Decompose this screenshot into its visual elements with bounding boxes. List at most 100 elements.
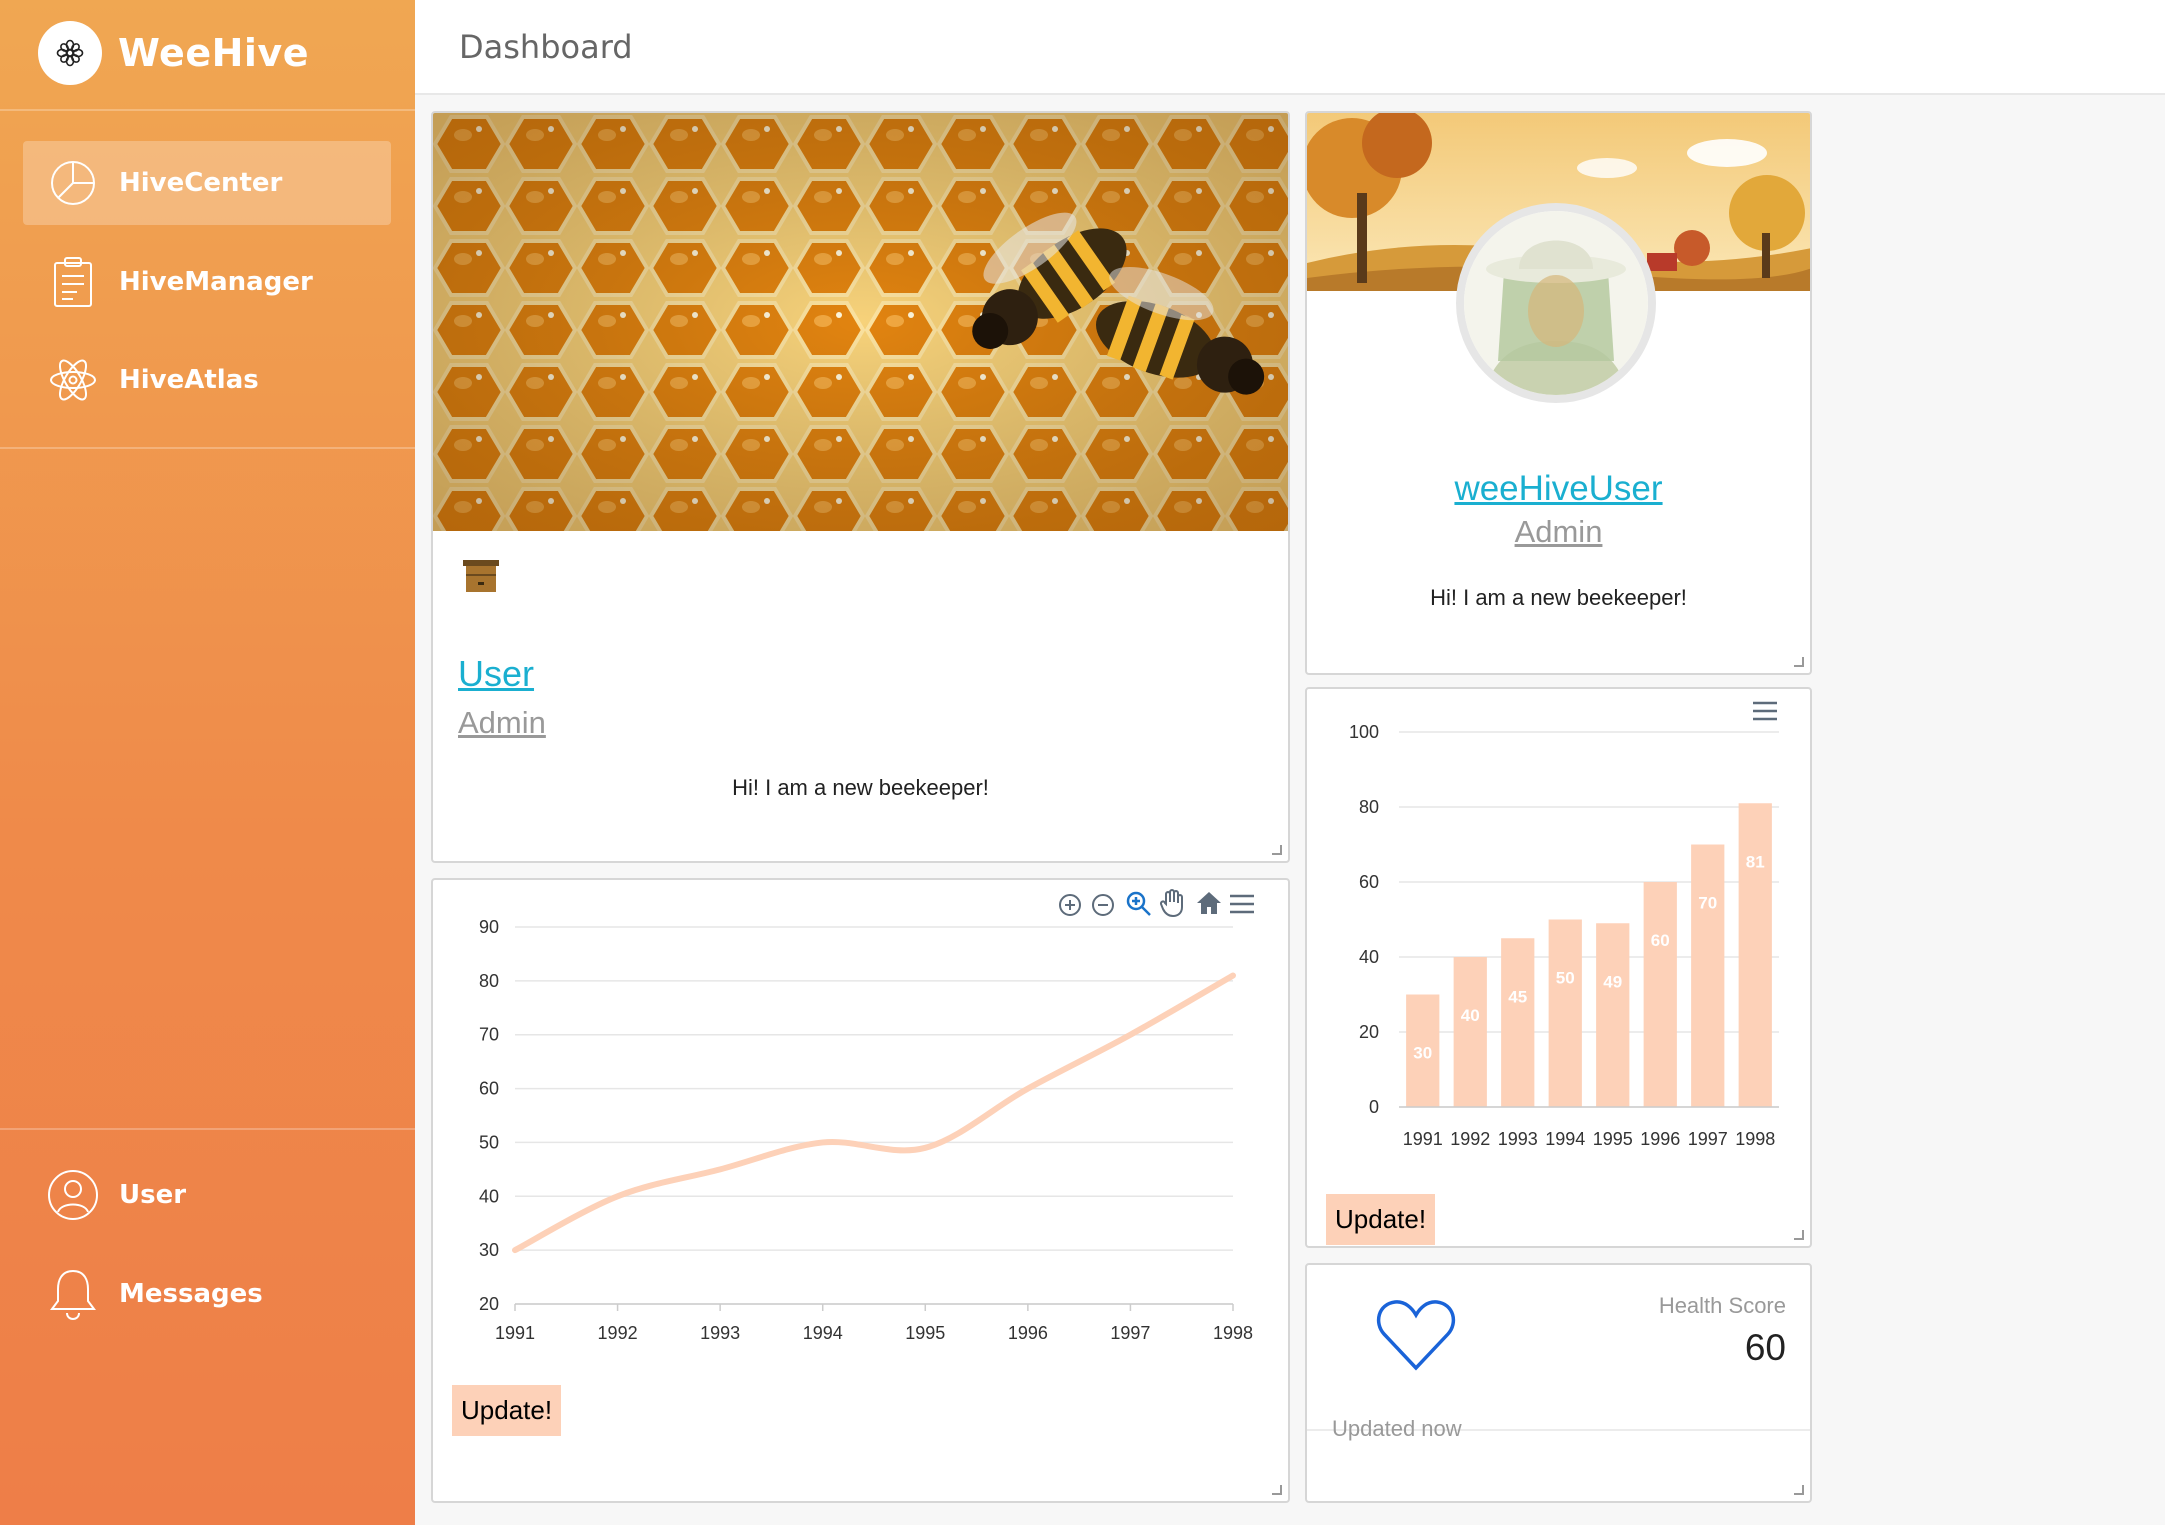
hive-owner-role-link[interactable]: Admin xyxy=(458,705,546,741)
y-tick-label: 50 xyxy=(479,1132,499,1152)
sidebar-item-label: HiveManager xyxy=(119,267,313,297)
x-tick-label: 1997 xyxy=(1110,1323,1150,1343)
home-reset-icon[interactable] xyxy=(1195,890,1223,921)
x-tick-label: 1994 xyxy=(803,1323,843,1343)
sidebar-item-hiveatlas[interactable]: HiveAtlas xyxy=(23,338,391,422)
hive-owner-bio: Hi! I am a new beekeeper! xyxy=(732,775,989,800)
bar-data-label: 50 xyxy=(1556,969,1575,988)
bar-data-label: 30 xyxy=(1413,1044,1432,1063)
y-tick-label: 80 xyxy=(1359,797,1379,817)
sidebar-item-messages[interactable]: Messages xyxy=(23,1252,391,1336)
x-tick-label: 1992 xyxy=(1450,1129,1490,1149)
sidebar-item-user[interactable]: User xyxy=(23,1153,391,1237)
profile-name-wrap: weeHiveUser xyxy=(1307,469,1810,509)
resize-handle[interactable] xyxy=(1272,1485,1282,1495)
bar xyxy=(1453,957,1487,1107)
clipboard-icon xyxy=(47,256,99,308)
app-name: WeeHive xyxy=(118,31,309,75)
x-tick-label: 1996 xyxy=(1008,1323,1048,1343)
top-header: Dashboard xyxy=(415,0,2165,95)
honeycomb-bees-image xyxy=(433,113,1288,531)
x-tick-label: 1991 xyxy=(495,1323,535,1343)
line-chart-card: 20 30 40 50 60 70 80 90 1991 1992 1993 1994 1995 1996… xyxy=(431,878,1290,1503)
divider xyxy=(0,109,415,111)
zoom-in-icon[interactable] xyxy=(1057,892,1083,923)
y-tick-label: 30 xyxy=(479,1240,499,1260)
sidebar-item-label: HiveCenter xyxy=(119,168,283,198)
health-score-value: 60 xyxy=(1744,1327,1786,1368)
app-logo[interactable]: WeeHive xyxy=(38,21,309,85)
data-point xyxy=(822,1141,824,1143)
avatar[interactable] xyxy=(1456,203,1656,403)
zoom-out-icon[interactable] xyxy=(1090,892,1116,923)
x-tick-label: 1998 xyxy=(1213,1323,1253,1343)
bar-data-label: 49 xyxy=(1603,972,1622,991)
y-tick-label: 40 xyxy=(1359,947,1379,967)
sidebar: WeeHive HiveCenter HiveManager HiveAtlas… xyxy=(0,0,415,1525)
x-tick-label: 1994 xyxy=(1545,1129,1585,1149)
pie-chart-icon xyxy=(47,157,99,209)
x-tick-label: 1993 xyxy=(700,1323,740,1343)
x-tick-label: 1995 xyxy=(1593,1129,1633,1149)
x-tick-label: 1997 xyxy=(1688,1129,1728,1149)
resize-handle[interactable] xyxy=(1794,1485,1804,1495)
bar-data-label: 70 xyxy=(1698,894,1717,913)
bar xyxy=(1738,803,1772,1107)
profile-role-wrap: Admin xyxy=(1307,514,1810,550)
data-point xyxy=(1027,1088,1029,1090)
data-point xyxy=(617,1195,619,1197)
hive-card: User Admin Hi! I am a new beekeeper! xyxy=(431,111,1290,863)
profile-role-link[interactable]: Admin xyxy=(1515,514,1603,549)
sidebar-item-label: HiveAtlas xyxy=(119,365,259,395)
sidebar-item-label: Messages xyxy=(119,1279,263,1309)
pan-hand-icon[interactable] xyxy=(1159,888,1187,923)
flower-logo-icon xyxy=(38,21,102,85)
sidebar-item-label: User xyxy=(119,1180,187,1210)
bar-chart[interactable]: 0 20 40 60 80 100 30 1991 40 1992 45 1993 50 1994 49 19… xyxy=(1307,689,1812,1159)
y-tick-label: 100 xyxy=(1349,722,1379,742)
profile-name-link[interactable]: weeHiveUser xyxy=(1454,469,1662,508)
menu-icon[interactable] xyxy=(1229,894,1255,919)
data-point xyxy=(924,1147,926,1149)
x-tick-label: 1998 xyxy=(1735,1129,1775,1149)
divider xyxy=(0,1128,415,1130)
update-button[interactable]: Update! xyxy=(1326,1194,1436,1245)
resize-handle[interactable] xyxy=(1794,657,1804,667)
divider xyxy=(0,447,415,449)
update-button[interactable]: Update! xyxy=(452,1385,562,1436)
health-status: Updated now xyxy=(1332,1416,1462,1441)
y-tick-label: 60 xyxy=(479,1079,499,1099)
bar-data-label: 40 xyxy=(1461,1006,1480,1025)
y-tick-label: 20 xyxy=(1359,1022,1379,1042)
menu-icon[interactable] xyxy=(1752,701,1778,726)
user-icon xyxy=(47,1169,99,1221)
page-title: Dashboard xyxy=(459,28,633,66)
line-chart[interactable]: 20 30 40 50 60 70 80 90 1991 1992 1993 1994 1995 1996… xyxy=(433,880,1290,1350)
hive-owner-name-link[interactable]: User xyxy=(458,653,534,695)
heart-icon xyxy=(1376,1298,1456,1377)
y-tick-label: 0 xyxy=(1369,1097,1379,1117)
bar xyxy=(1596,923,1630,1107)
bar-data-label: 81 xyxy=(1746,852,1765,871)
bar-data-label: 45 xyxy=(1508,987,1527,1006)
sidebar-item-hivecenter[interactable]: HiveCenter xyxy=(23,141,391,225)
resize-handle[interactable] xyxy=(1794,1230,1804,1240)
data-point xyxy=(719,1168,721,1170)
beekeeper-avatar-icon xyxy=(1464,211,1648,395)
data-point xyxy=(1232,974,1234,976)
health-score-label: Health Score xyxy=(1658,1293,1786,1318)
sidebar-item-hivemanager[interactable]: HiveManager xyxy=(23,240,391,324)
atom-icon xyxy=(47,354,99,406)
series-line xyxy=(512,972,1236,1254)
y-tick-label: 80 xyxy=(479,971,499,991)
x-tick-label: 1996 xyxy=(1640,1129,1680,1149)
y-tick-label: 70 xyxy=(479,1025,499,1045)
bar xyxy=(1691,844,1725,1107)
y-tick-label: 20 xyxy=(479,1294,499,1314)
zoom-selection-icon[interactable] xyxy=(1125,890,1153,923)
profile-bio: Hi! I am a new beekeeper! xyxy=(1430,585,1687,610)
x-tick-label: 1991 xyxy=(1403,1129,1443,1149)
y-tick-label: 60 xyxy=(1359,872,1379,892)
x-tick-label: 1993 xyxy=(1498,1129,1538,1149)
resize-handle[interactable] xyxy=(1272,845,1282,855)
